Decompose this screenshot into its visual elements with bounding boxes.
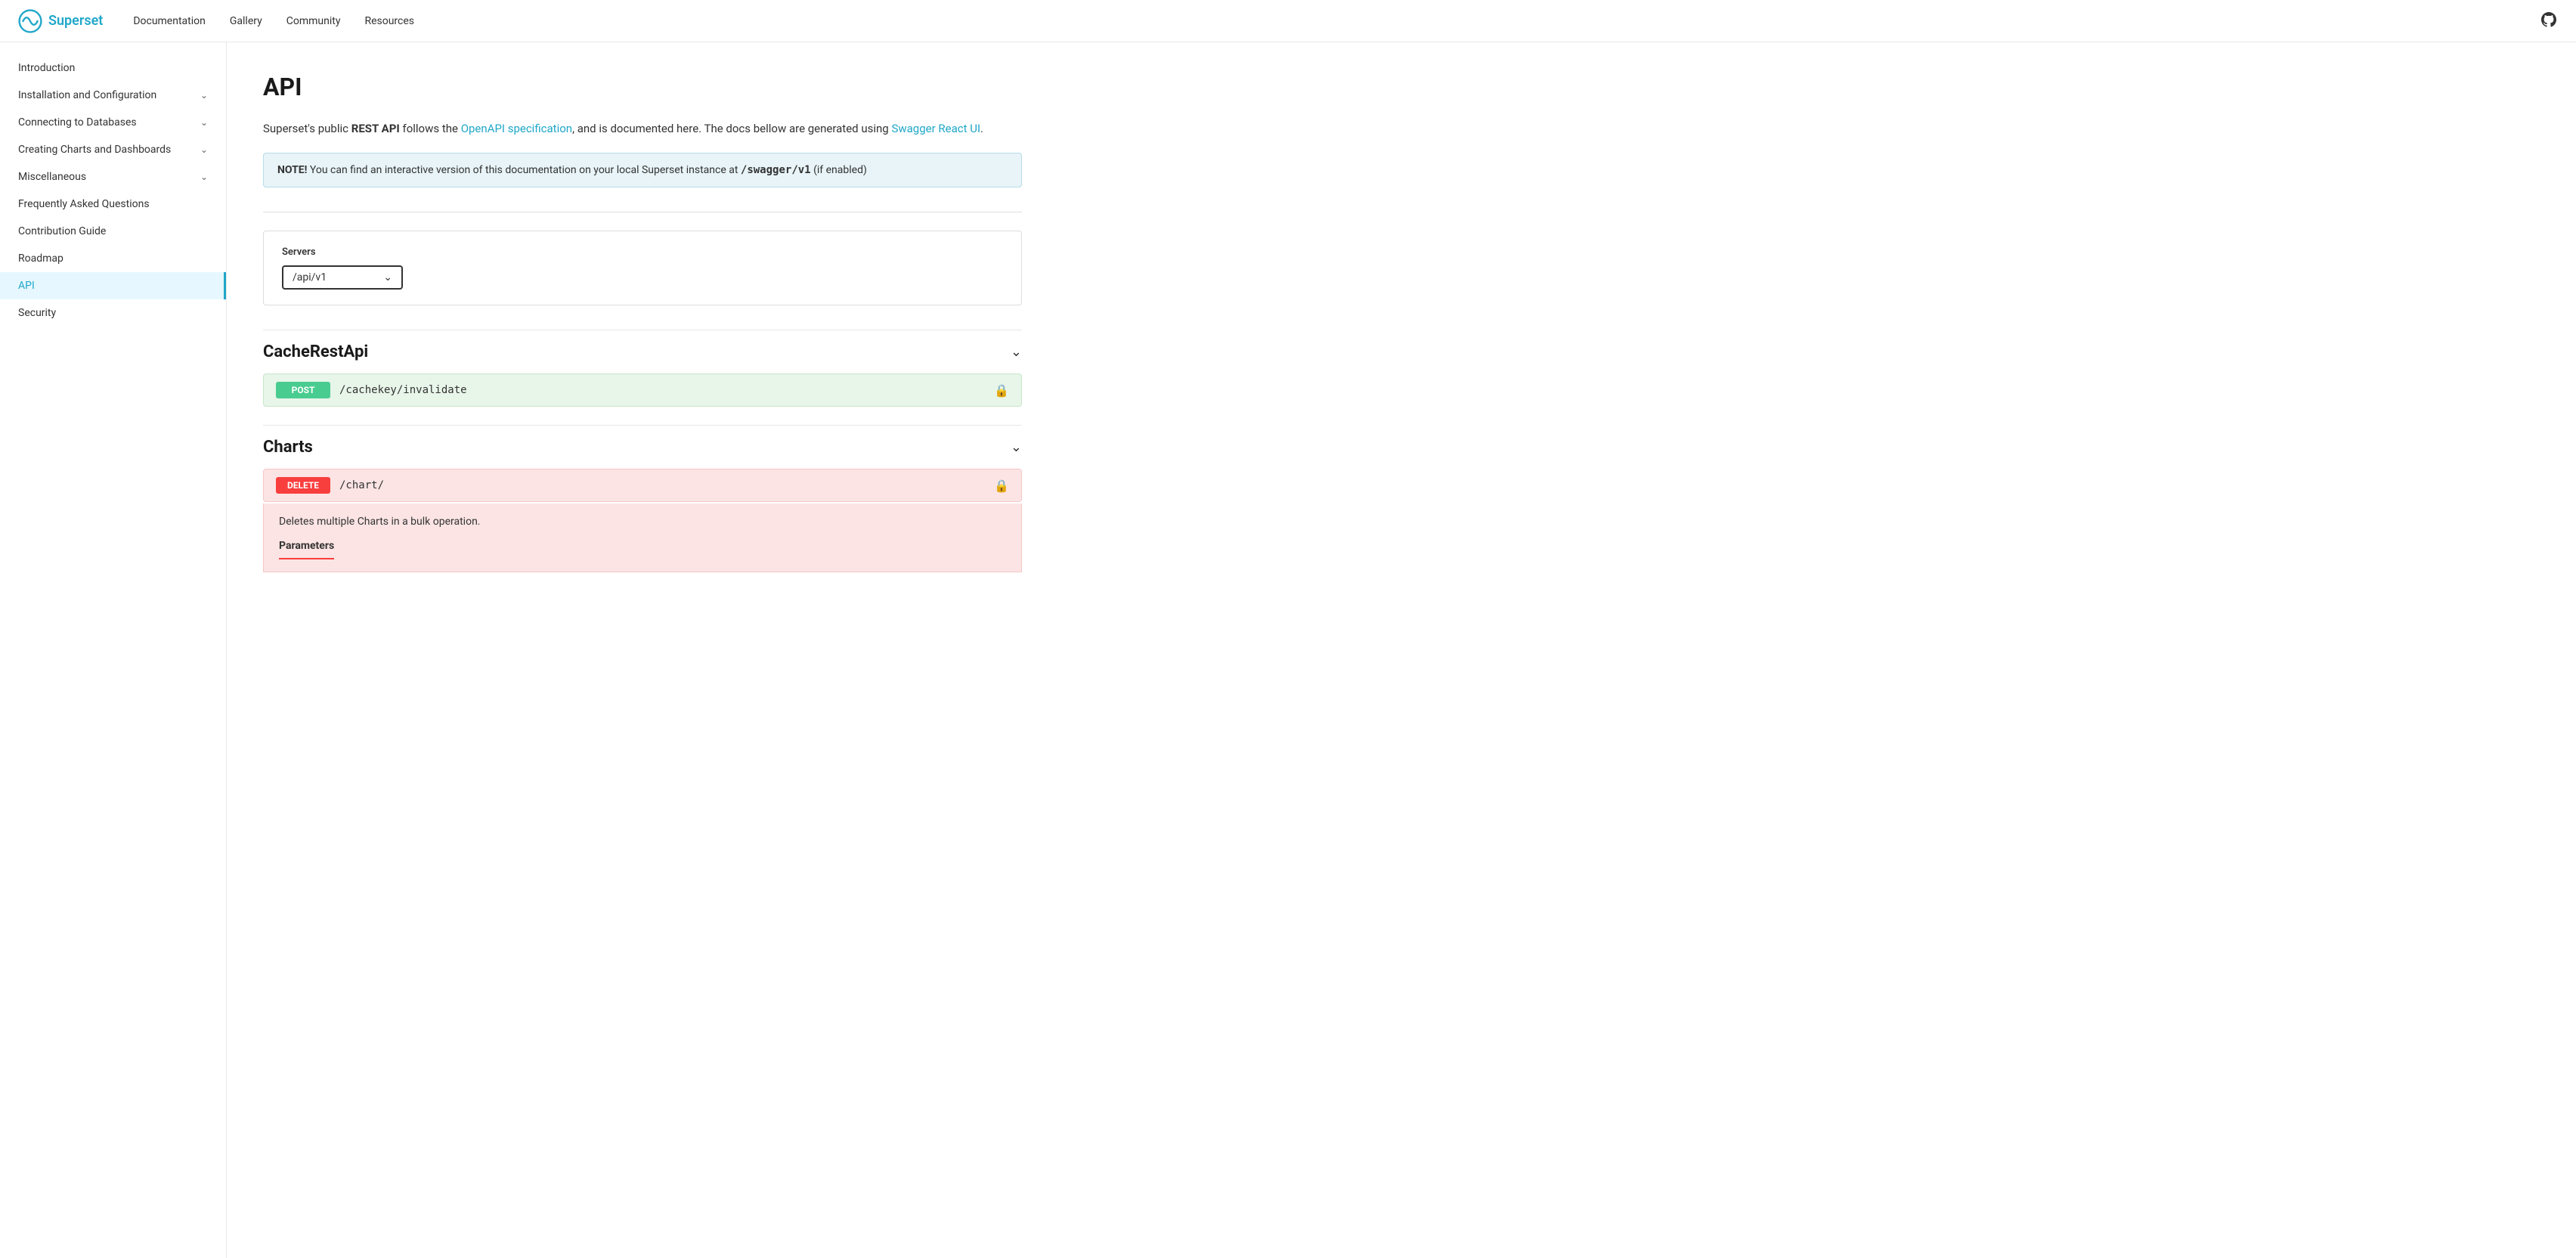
swagger-link[interactable]: Swagger React UI (891, 122, 980, 135)
endpoint-description: Deletes multiple Charts in a bulk operat… (279, 516, 1006, 528)
page-layout: Introduction Installation and Configurat… (0, 42, 2576, 1258)
method-badge-delete: DELETE (276, 477, 330, 494)
sidebar-item-connecting[interactable]: Connecting to Databases ⌄ (0, 109, 226, 136)
superset-logo-icon (18, 9, 42, 33)
method-badge-post: POST (276, 382, 330, 398)
charts-title: Charts (263, 438, 313, 457)
servers-label: Servers (282, 246, 1003, 258)
note-label: NOTE! (277, 164, 307, 176)
charts-header[interactable]: Charts ⌄ (263, 425, 1022, 469)
sidebar-item-roadmap[interactable]: Roadmap (0, 245, 226, 272)
endpoint-post-cachekey[interactable]: POST /cachekey/invalidate 🔒 (263, 373, 1022, 407)
intro-paragraph: Superset's public REST API follows the O… (263, 119, 1022, 138)
sidebar: Introduction Installation and Configurat… (0, 42, 227, 1258)
nav-community[interactable]: Community (286, 15, 341, 27)
sidebar-item-contribution[interactable]: Contribution Guide (0, 218, 226, 245)
chevron-down-icon: ⌄ (200, 172, 208, 182)
sidebar-item-misc[interactable]: Miscellaneous ⌄ (0, 163, 226, 191)
nav-gallery[interactable]: Gallery (230, 15, 262, 27)
nav-documentation[interactable]: Documentation (133, 15, 206, 27)
sidebar-item-api[interactable]: API (0, 272, 226, 299)
sidebar-item-security[interactable]: Security (0, 299, 226, 327)
lock-icon: 🔒 (994, 479, 1009, 493)
sidebar-item-introduction[interactable]: Introduction (0, 54, 226, 82)
endpoint-path: /chart/ (339, 479, 994, 491)
chevron-down-icon: ⌄ (200, 144, 208, 155)
chevron-down-icon: ⌄ (200, 90, 208, 101)
sidebar-item-installation[interactable]: Installation and Configuration ⌄ (0, 82, 226, 109)
chevron-down-icon: ⌄ (383, 271, 392, 284)
cache-rest-api-title: CacheRestApi (263, 342, 368, 361)
site-header: Superset Documentation Gallery Community… (0, 0, 2576, 42)
parameters-section: Parameters (279, 540, 1006, 559)
endpoint-expanded-delete-chart: Deletes multiple Charts in a bulk operat… (263, 504, 1022, 572)
note-box: NOTE! You can find an interactive versio… (263, 153, 1022, 187)
nav-resources[interactable]: Resources (364, 15, 414, 27)
cache-rest-api-section: CacheRestApi ⌄ POST /cachekey/invalidate… (263, 330, 1022, 407)
page-title: API (263, 73, 1022, 101)
servers-box: Servers /api/v1 ⌄ (263, 231, 1022, 305)
main-nav: Documentation Gallery Community Resource… (133, 15, 2540, 27)
endpoint-delete-chart[interactable]: DELETE /chart/ 🔒 (263, 469, 1022, 502)
charts-section: Charts ⌄ DELETE /chart/ 🔒 Deletes multip… (263, 425, 1022, 572)
logo[interactable]: Superset (18, 9, 103, 33)
sidebar-item-faq[interactable]: Frequently Asked Questions (0, 191, 226, 218)
openapi-link[interactable]: OpenAPI specification (461, 122, 572, 135)
logo-text: Superset (48, 13, 103, 29)
chevron-down-icon: ⌄ (1011, 439, 1022, 455)
lock-icon: 🔒 (994, 383, 1009, 398)
note-code: /swagger/v1 (741, 164, 811, 176)
chevron-down-icon: ⌄ (1011, 344, 1022, 360)
server-select[interactable]: /api/v1 ⌄ (282, 265, 403, 290)
github-icon[interactable] (2540, 11, 2558, 32)
endpoint-path: /cachekey/invalidate (339, 384, 994, 396)
chevron-down-icon: ⌄ (200, 117, 208, 128)
main-content: API Superset's public REST API follows t… (227, 42, 1058, 1258)
sidebar-item-charts[interactable]: Creating Charts and Dashboards ⌄ (0, 136, 226, 163)
cache-rest-api-header[interactable]: CacheRestApi ⌄ (263, 330, 1022, 373)
parameters-header: Parameters (279, 540, 334, 559)
